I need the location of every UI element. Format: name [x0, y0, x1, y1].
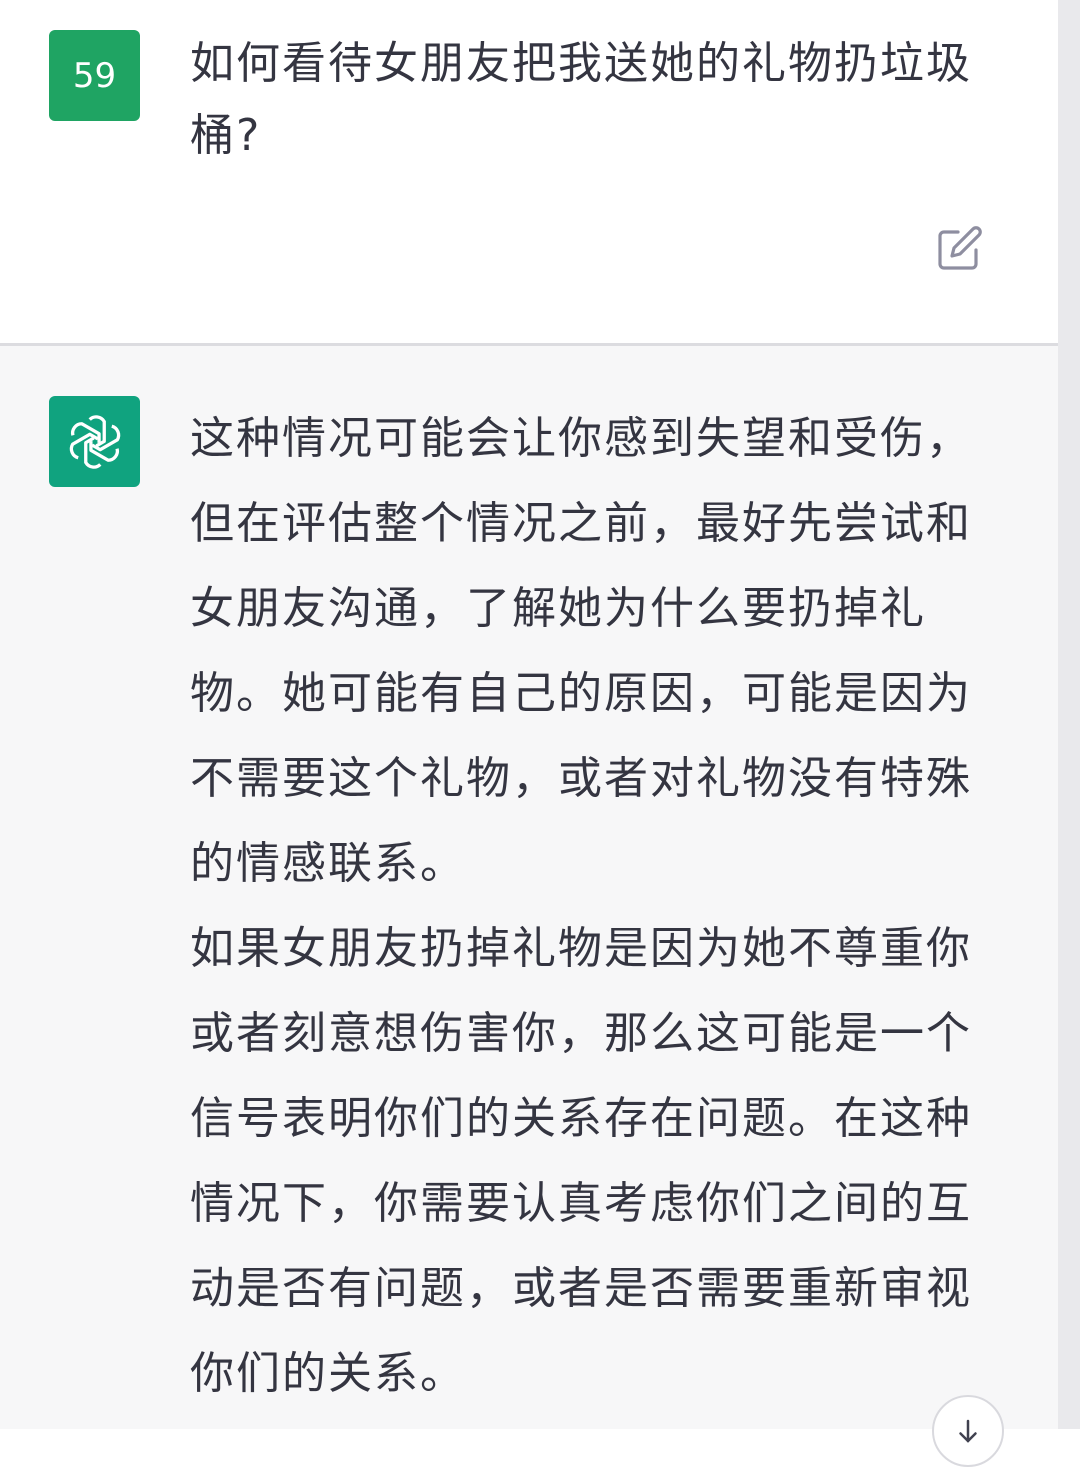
assistant-answer: 这种情况可能会让你感到失望和受伤，但在评估整个情况之前，最好先尝试和女朋友沟通，… [190, 396, 980, 1416]
openai-logo-icon [69, 414, 120, 469]
answer-paragraph-2: 如果女朋友扔掉礼物是因为她不尊重你或者刻意想伤害你，那么这可能是一个信号表明你们… [190, 923, 972, 1399]
edit-icon [938, 226, 982, 270]
user-avatar-text: 59 [72, 55, 117, 96]
user-avatar: 59 [49, 30, 140, 121]
answer-paragraph-1: 这种情况可能会让你感到失望和受伤，但在评估整个情况之前，最好先尝试和女朋友沟通，… [190, 413, 972, 889]
assistant-message: 这种情况可能会让你感到失望和受伤，但在评估整个情况之前，最好先尝试和女朋友沟通，… [0, 346, 1058, 1467]
user-question: 如何看待女朋友把我送她的礼物扔垃圾桶? [190, 38, 972, 161]
scroll-down-button[interactable] [932, 1395, 1004, 1467]
assistant-avatar [49, 396, 140, 487]
scrollbar-track[interactable] [1058, 0, 1080, 1429]
user-message: 59 如何看待女朋友把我送她的礼物扔垃圾桶? [0, 0, 1058, 345]
edit-message-button[interactable] [934, 222, 986, 274]
arrow-down-icon [959, 1419, 977, 1443]
